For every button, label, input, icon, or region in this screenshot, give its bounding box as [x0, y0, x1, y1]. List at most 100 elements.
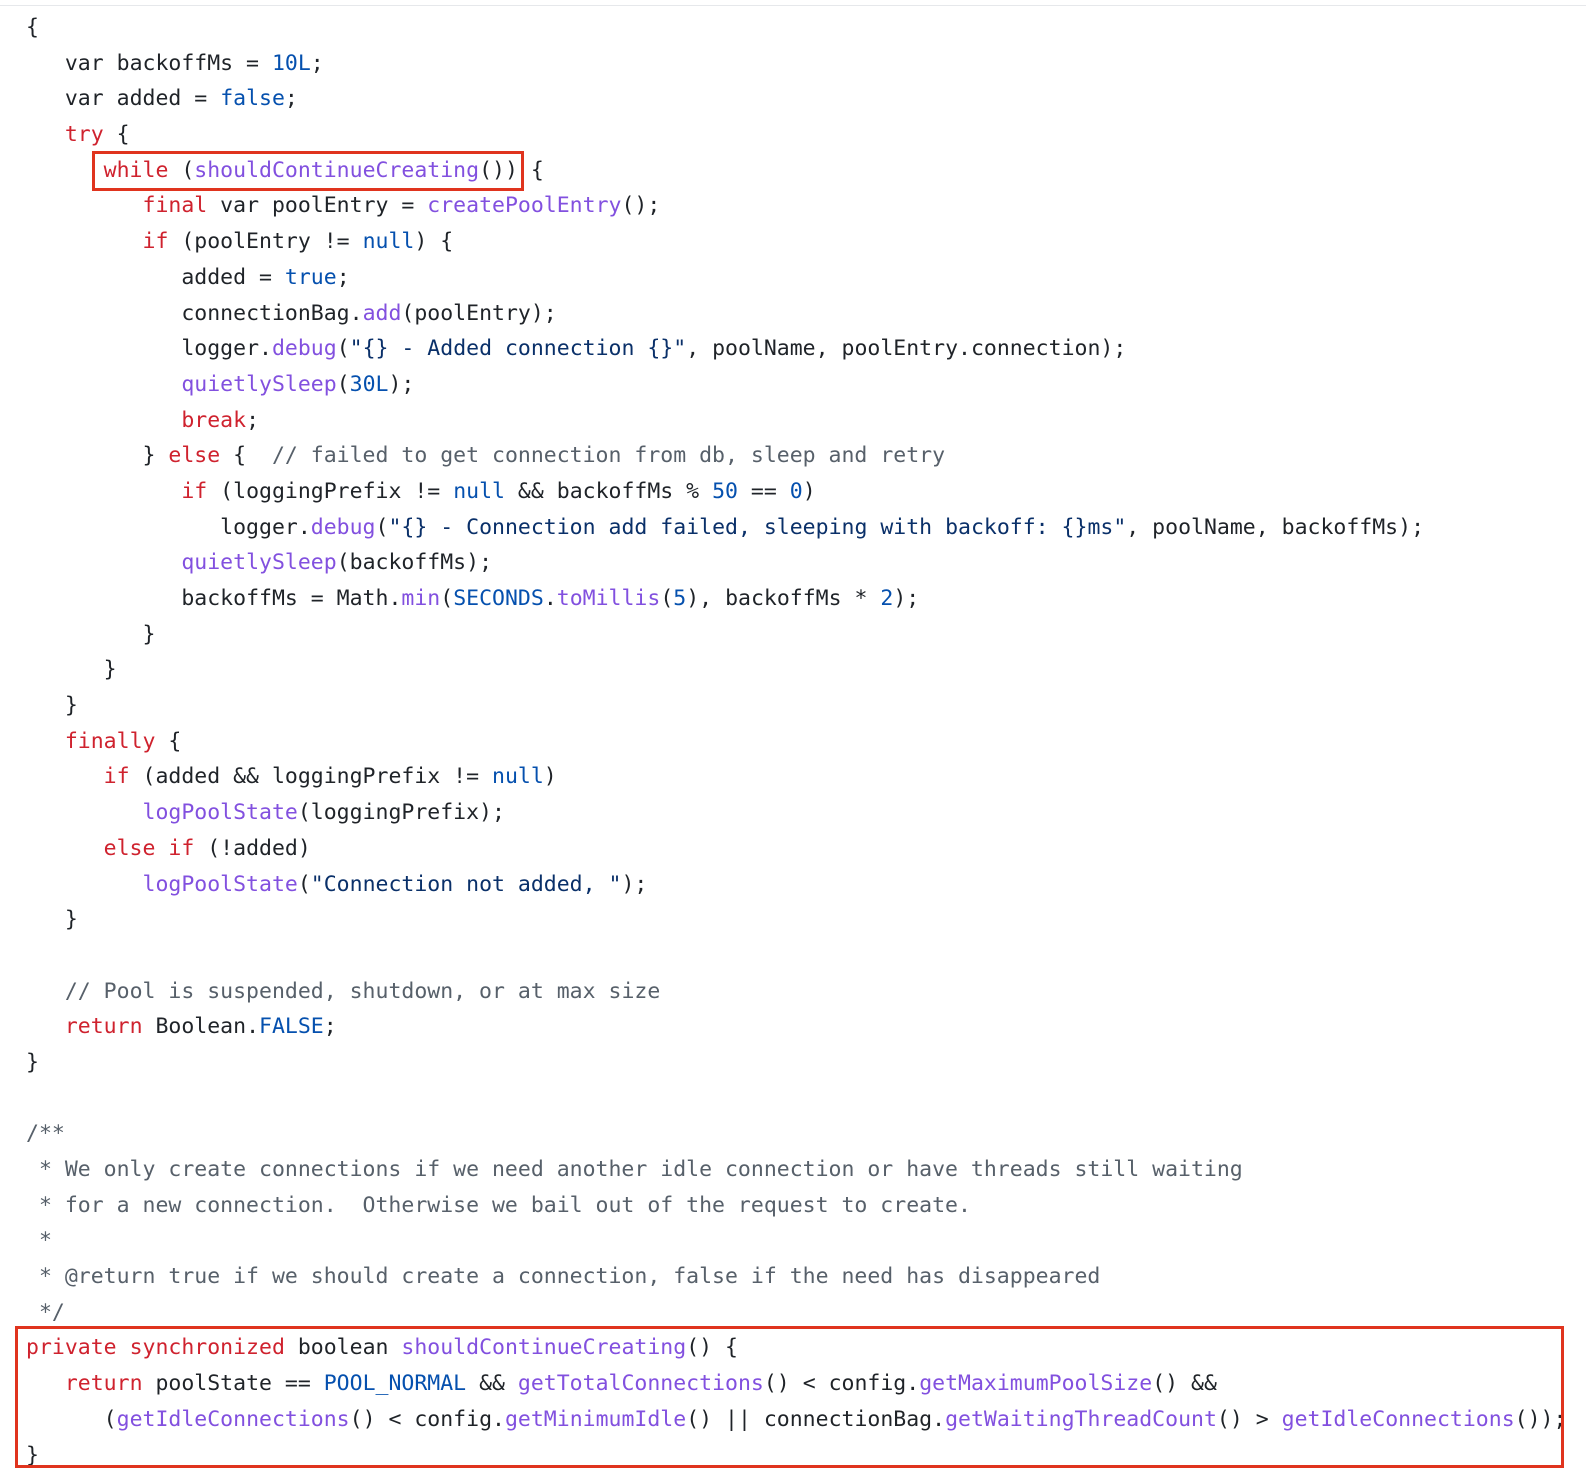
code-line: added = true;: [26, 260, 1566, 296]
code-line: }: [26, 688, 1566, 724]
code-token: debug: [310, 514, 376, 540]
code-token: , poolName, backoffMs);: [1126, 514, 1425, 540]
code-line: * for a new connection. Otherwise we bai…: [26, 1188, 1566, 1224]
code-line: connectionBag.add(poolEntry);: [26, 296, 1566, 332]
code-token: toMillis: [556, 586, 661, 611]
code-token: ()) {: [479, 157, 544, 183]
code-token: poolState ==: [142, 1371, 324, 1397]
code-line: }: [26, 1438, 1566, 1474]
code-token: if: [103, 764, 130, 790]
code-token: SECONDS: [453, 586, 544, 611]
code-token: ;: [310, 50, 324, 76]
code-line: }: [26, 902, 1566, 938]
code-line: try {: [26, 117, 1566, 153]
code-token: // Pool is suspended, shutdown, or at ma…: [64, 978, 661, 1004]
code-token: );: [621, 871, 648, 897]
code-token: .: [543, 586, 557, 611]
code-token: logger.: [220, 514, 311, 540]
code-token: added =: [181, 264, 285, 290]
code-line: // Pool is suspended, shutdown, or at ma…: [26, 974, 1566, 1010]
code-token: * @return true if we should create a con…: [26, 1264, 1101, 1290]
code-token: "{} - Connection add failed, sleeping wi…: [388, 514, 1127, 540]
code-token: final: [142, 193, 208, 219]
code-token: 10L: [271, 50, 311, 76]
code-token: /**: [26, 1121, 65, 1147]
code-token: &&: [466, 1371, 518, 1397]
code-token: 0: [789, 478, 803, 504]
code-token: getWaitingThreadCount: [945, 1406, 1217, 1432]
code-token: , poolName, poolEntry.connection);: [686, 336, 1127, 362]
code-token: getTotalConnections: [517, 1371, 764, 1397]
code-token: private: [26, 1335, 117, 1361]
code-token: }: [103, 657, 117, 683]
code-token: {: [26, 15, 39, 40]
code-token: if: [168, 835, 195, 861]
code-token: else: [103, 835, 156, 861]
code-token: getIdleConnections: [116, 1406, 350, 1432]
code-token: }: [64, 693, 78, 719]
code-line: finally {: [26, 724, 1566, 760]
code-token: (!added): [194, 835, 311, 861]
code-token: (: [103, 1406, 117, 1432]
code-token: var backoffMs =: [64, 50, 272, 76]
code-token: shouldContinueCreating: [401, 1335, 687, 1361]
code-line: quietlySleep(30L);: [26, 367, 1566, 403]
code-token: createPoolEntry: [427, 193, 622, 219]
code-line: return Boolean.FALSE;: [26, 1009, 1566, 1045]
code-token: getIdleConnections: [1281, 1406, 1515, 1432]
code-token: );: [893, 586, 920, 611]
code-token: ): [802, 478, 816, 504]
code-token: FALSE: [259, 1014, 324, 1040]
code-token: return: [64, 1371, 143, 1397]
code-token: "{} - Added connection {}": [349, 336, 687, 362]
code-line: {: [26, 10, 1566, 46]
code-line: if (added && loggingPrefix != null): [26, 759, 1566, 795]
code-token: ;: [246, 407, 260, 433]
code-token: ;: [336, 264, 350, 290]
code-token: // failed to get connection from db, sle…: [271, 443, 946, 469]
code-line: if (loggingPrefix != null && backoffMs %…: [26, 474, 1566, 510]
code-token: 30L: [349, 371, 389, 397]
code-token: var added =: [64, 86, 221, 112]
code-line: logPoolState(loggingPrefix);: [26, 795, 1566, 831]
code-token: () &&: [1152, 1371, 1217, 1397]
code-token: () < config.: [763, 1371, 920, 1397]
code-token: return: [64, 1014, 143, 1040]
code-token: (loggingPrefix !=: [207, 478, 454, 504]
code-line: else if (!added): [26, 831, 1566, 867]
code-token: if: [181, 478, 208, 504]
code-token: );: [388, 371, 415, 397]
code-line: }: [26, 617, 1566, 653]
code-token: finally: [64, 728, 156, 754]
code-token: * We only create connections if we need …: [26, 1157, 1243, 1182]
code-line: }: [26, 1045, 1566, 1081]
code-line: private synchronized boolean shouldConti…: [26, 1330, 1566, 1366]
code-token: ): [543, 764, 557, 790]
code-token: ();: [621, 193, 661, 219]
code-token: getMinimumIdle: [504, 1406, 687, 1432]
code-token: add: [362, 300, 402, 326]
code-line: (getIdleConnections() < config.getMinimu…: [26, 1402, 1567, 1438]
code-token: min: [401, 586, 441, 611]
code-token: (: [440, 586, 454, 611]
code-token: Boolean.: [142, 1014, 260, 1040]
code-line: quietlySleep(backoffMs);: [26, 545, 1566, 581]
code-token: else: [168, 443, 221, 469]
